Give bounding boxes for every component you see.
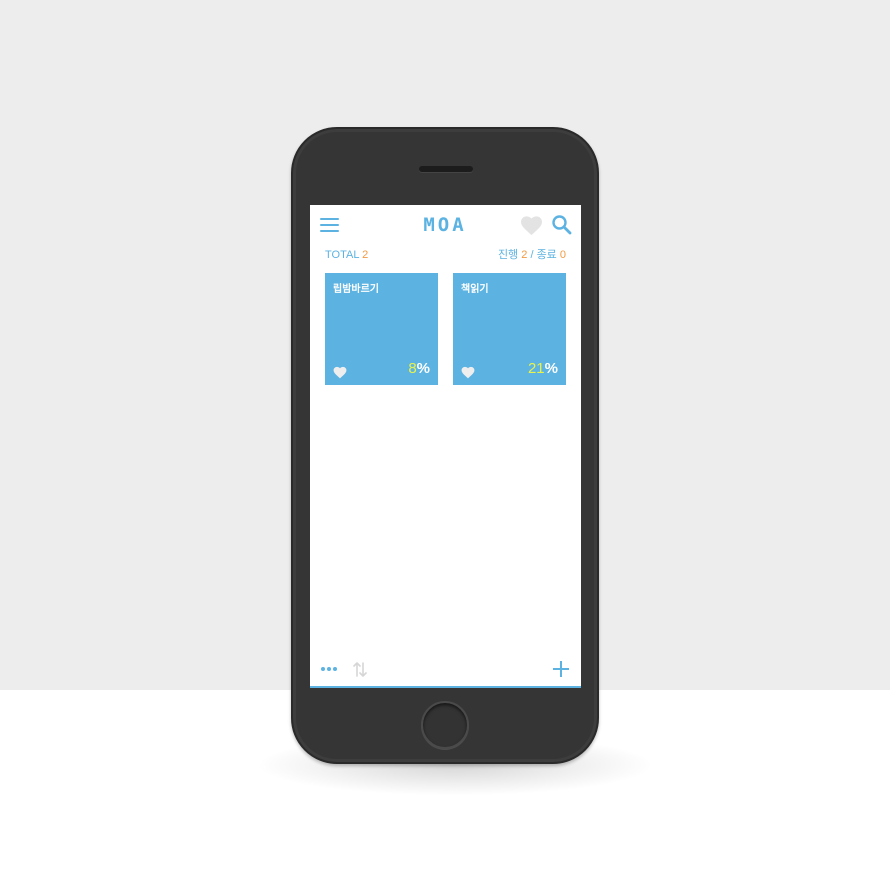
finished-label: 종료 <box>536 249 557 261</box>
percent-value: 8 <box>408 360 417 377</box>
more-dots-icon[interactable] <box>321 666 339 672</box>
goal-card[interactable]: 책읽기 21% <box>453 273 566 385</box>
goal-card[interactable]: 립밤바르기 8% <box>325 273 438 385</box>
total-value: 2 <box>362 249 369 261</box>
in-progress-value: 2 <box>521 249 528 261</box>
goal-card-title: 책읽기 <box>461 284 489 295</box>
total-count: TOTAL 2 <box>325 247 368 263</box>
goal-card-percent: 21% <box>528 360 558 378</box>
phone-speaker <box>419 166 473 172</box>
total-label: TOTAL <box>325 249 360 261</box>
goal-card-title: 립밤바르기 <box>333 284 379 295</box>
bottom-toolbar <box>310 655 581 683</box>
stats-separator: / <box>530 249 534 261</box>
stats-row: TOTAL 2 진행 2 / 종료 0 <box>325 247 566 263</box>
app-screen: MOA TOTAL 2 진행 2 / 종료 0 립밤바르기 8% 책읽기 21% <box>310 205 581 688</box>
heart-icon[interactable] <box>333 364 347 379</box>
percent-sign: % <box>544 360 558 377</box>
home-button[interactable] <box>421 701 469 749</box>
app-header: MOA <box>310 205 581 245</box>
heart-icon[interactable] <box>461 364 475 379</box>
app-logo: MOA <box>423 214 467 236</box>
finished-value: 0 <box>559 249 566 261</box>
plus-icon[interactable] <box>553 661 569 677</box>
in-progress-label: 진행 <box>497 249 519 261</box>
percent-sign: % <box>416 360 430 377</box>
percent-value: 21 <box>527 360 545 377</box>
hamburger-menu-icon[interactable] <box>320 218 339 232</box>
goal-card-percent: 8% <box>408 360 430 378</box>
heart-icon[interactable] <box>520 215 543 236</box>
sort-arrows-icon[interactable] <box>353 661 367 678</box>
progress-stats: 진행 2 / 종료 0 <box>498 247 566 263</box>
search-icon[interactable] <box>551 214 572 235</box>
